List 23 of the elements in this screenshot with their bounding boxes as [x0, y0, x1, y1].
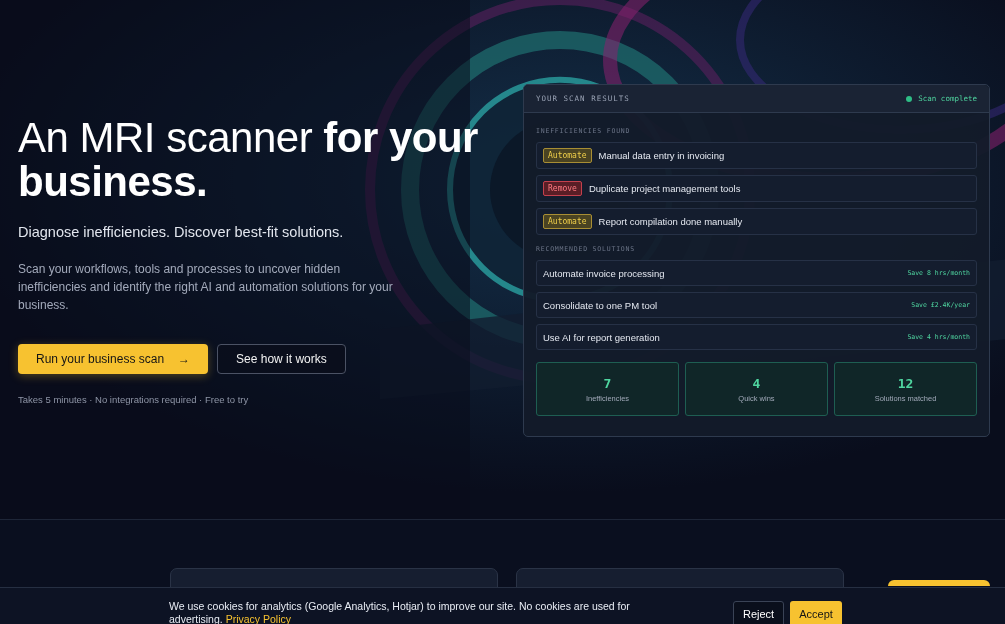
tag: Automate — [543, 148, 592, 163]
tag: Automate — [543, 214, 592, 229]
reject-button[interactable]: Reject — [733, 601, 785, 624]
hero-title: An MRI scanner for your business. — [18, 116, 479, 204]
accept-button[interactable]: Accept — [790, 601, 842, 624]
stat-value: 7 — [603, 375, 612, 391]
tag: Remove — [543, 181, 582, 196]
floating-button[interactable] — [888, 580, 990, 586]
arrow-icon: → — [178, 352, 191, 366]
inefficiency-text: Manual data entry in invoicing — [598, 150, 725, 161]
hero-description: Scan your workflows, tools and processes to uncover hidden inefficiencies and identify the right AI and automation solutions for your business. — [18, 261, 394, 314]
solution-text: Automate invoice processing — [543, 267, 665, 279]
hero-subtitle: Diagnose inefficiencies. Discover best-fit solutions. — [18, 224, 344, 240]
solution-text: Consolidate to one PM tool — [543, 299, 658, 311]
run-scan-button[interactable]: Run your business scan → — [18, 344, 209, 374]
inefficiency-text: Report compilation done manually — [598, 216, 743, 227]
hero-footnote: Takes 5 minutes · No integrations required · Free to try — [18, 394, 249, 405]
see-how-button[interactable]: See how it works — [217, 344, 346, 374]
stat-value: 4 — [752, 375, 761, 391]
stat-value: 12 — [897, 375, 914, 391]
solution-text: Use AI for report generation — [543, 331, 660, 343]
inefficiency-text: Duplicate project management tools — [588, 183, 741, 194]
status-dot-icon — [906, 95, 913, 102]
